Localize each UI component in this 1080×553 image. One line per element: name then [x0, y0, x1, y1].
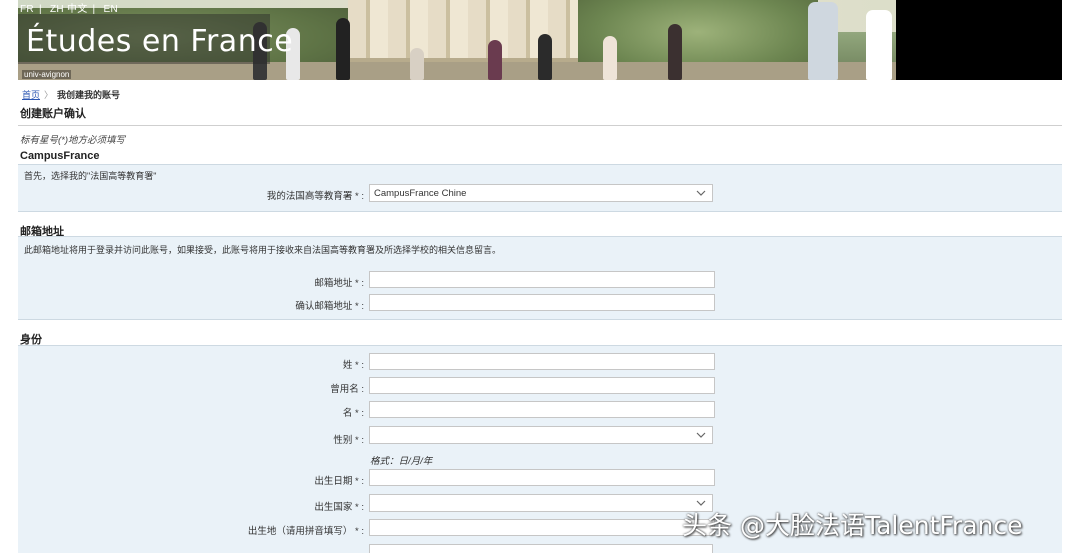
- lang-separator: |: [38, 4, 42, 15]
- birth-date-label: 出生日期 * :: [314, 476, 364, 487]
- lang-fr-link[interactable]: FR: [20, 4, 34, 15]
- banner-person: [488, 40, 502, 80]
- banner-person: [410, 48, 424, 80]
- language-switcher: FR | ZH 中文 | EN: [20, 0, 123, 15]
- surname-label: 姓 * :: [342, 360, 364, 371]
- breadcrumb-separator: 〉: [44, 90, 54, 100]
- chevron-down-icon: [696, 432, 706, 438]
- gender-select[interactable]: [369, 426, 713, 444]
- email-field[interactable]: [369, 271, 715, 288]
- surname-field[interactable]: [369, 353, 715, 370]
- confirm-email-label: 确认邮箱地址 * :: [295, 301, 364, 312]
- given-name-label: 名 * :: [342, 408, 364, 419]
- banner-person: [866, 10, 892, 80]
- banner-person: [668, 24, 682, 80]
- university-caption: univ-avignon: [22, 70, 72, 79]
- gender-label: 性别 * :: [333, 435, 364, 446]
- divider: [18, 125, 1062, 126]
- given-name-field[interactable]: [369, 401, 715, 418]
- agency-label: 我的法国高等教育署 * :: [266, 191, 364, 202]
- required-note: 标有星号(*)地方必须填写: [20, 135, 126, 146]
- banner-person: [603, 36, 617, 80]
- confirm-email-field[interactable]: [369, 294, 715, 311]
- agency-select-value: CampusFrance Chine: [374, 188, 467, 199]
- birth-place-label: 出生地（请用拼音填写） * :: [247, 526, 364, 537]
- site-title: Études en France: [26, 24, 294, 59]
- birth-place-field[interactable]: [369, 519, 715, 536]
- breadcrumb-home-link[interactable]: 首页: [22, 90, 40, 100]
- lang-en-link[interactable]: EN: [104, 4, 119, 15]
- former-name-label: 曾用名 :: [330, 384, 364, 395]
- partial-select[interactable]: [369, 544, 713, 553]
- breadcrumb: 首页〉我创建我的账号: [22, 88, 120, 101]
- birth-country-label: 出生国家 * :: [314, 502, 364, 513]
- banner-person: [538, 34, 552, 80]
- banner-ground: [18, 62, 896, 80]
- section-heading-campusfrance: CampusFrance: [20, 150, 100, 162]
- chevron-down-icon: [696, 190, 706, 196]
- breadcrumb-current: 我创建我的账号: [57, 90, 121, 100]
- email-intro: 此邮箱地址将用于登录并访问此账号，如果接受，此账号将用于接收来自法国高等教育署及…: [24, 245, 502, 255]
- date-format-hint: 格式：日/月/年: [370, 456, 433, 467]
- banner-person: [808, 2, 838, 80]
- watermark: 头条 @大脸法语TalentFrance: [682, 511, 1023, 540]
- email-label: 邮箱地址 * :: [314, 278, 364, 289]
- agency-select[interactable]: CampusFrance Chine: [369, 184, 713, 202]
- former-name-field[interactable]: [369, 377, 715, 394]
- birth-date-field[interactable]: [369, 469, 715, 486]
- banner-person: [336, 18, 350, 80]
- birth-country-select[interactable]: [369, 494, 713, 512]
- header-banner: Études en France FR | ZH 中文 | EN univ-avig…: [18, 0, 1062, 80]
- campusfrance-intro: 首先，选择我的"法国高等教育署": [24, 171, 157, 181]
- lang-separator: |: [92, 4, 96, 15]
- banner-dark-area: [896, 0, 1062, 80]
- page-title: 创建账户确认: [20, 108, 86, 120]
- lang-zh-link[interactable]: ZH 中文: [50, 4, 88, 15]
